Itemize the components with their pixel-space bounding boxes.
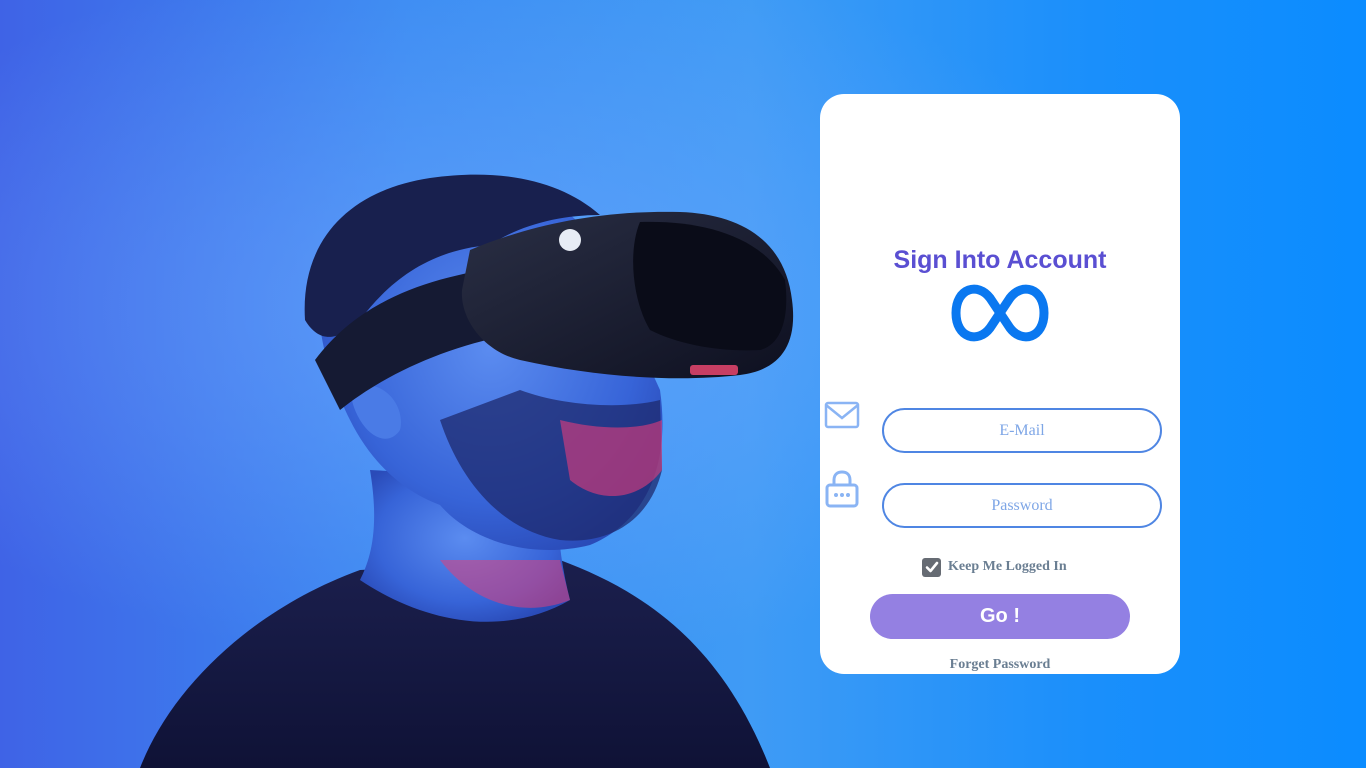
hero-vr-photo <box>140 174 794 768</box>
lock-icon <box>825 470 859 508</box>
password-field[interactable] <box>882 483 1162 528</box>
forgot-password-link[interactable]: Forget Password <box>820 657 1180 673</box>
remember-label: Keep Me Logged In <box>948 559 1067 574</box>
submit-button[interactable]: Go ! <box>870 594 1130 639</box>
remember-checkbox[interactable] <box>922 557 941 577</box>
login-card: Sign Into Account <box>820 94 1180 674</box>
email-field[interactable] <box>882 408 1162 453</box>
envelope-icon <box>824 401 860 429</box>
checkmark-icon <box>925 561 938 573</box>
page-title: Sign Into Account <box>893 246 1107 274</box>
meta-infinity-logo-icon <box>951 284 1049 342</box>
remember-me[interactable]: Keep Me Logged In <box>922 557 1067 577</box>
